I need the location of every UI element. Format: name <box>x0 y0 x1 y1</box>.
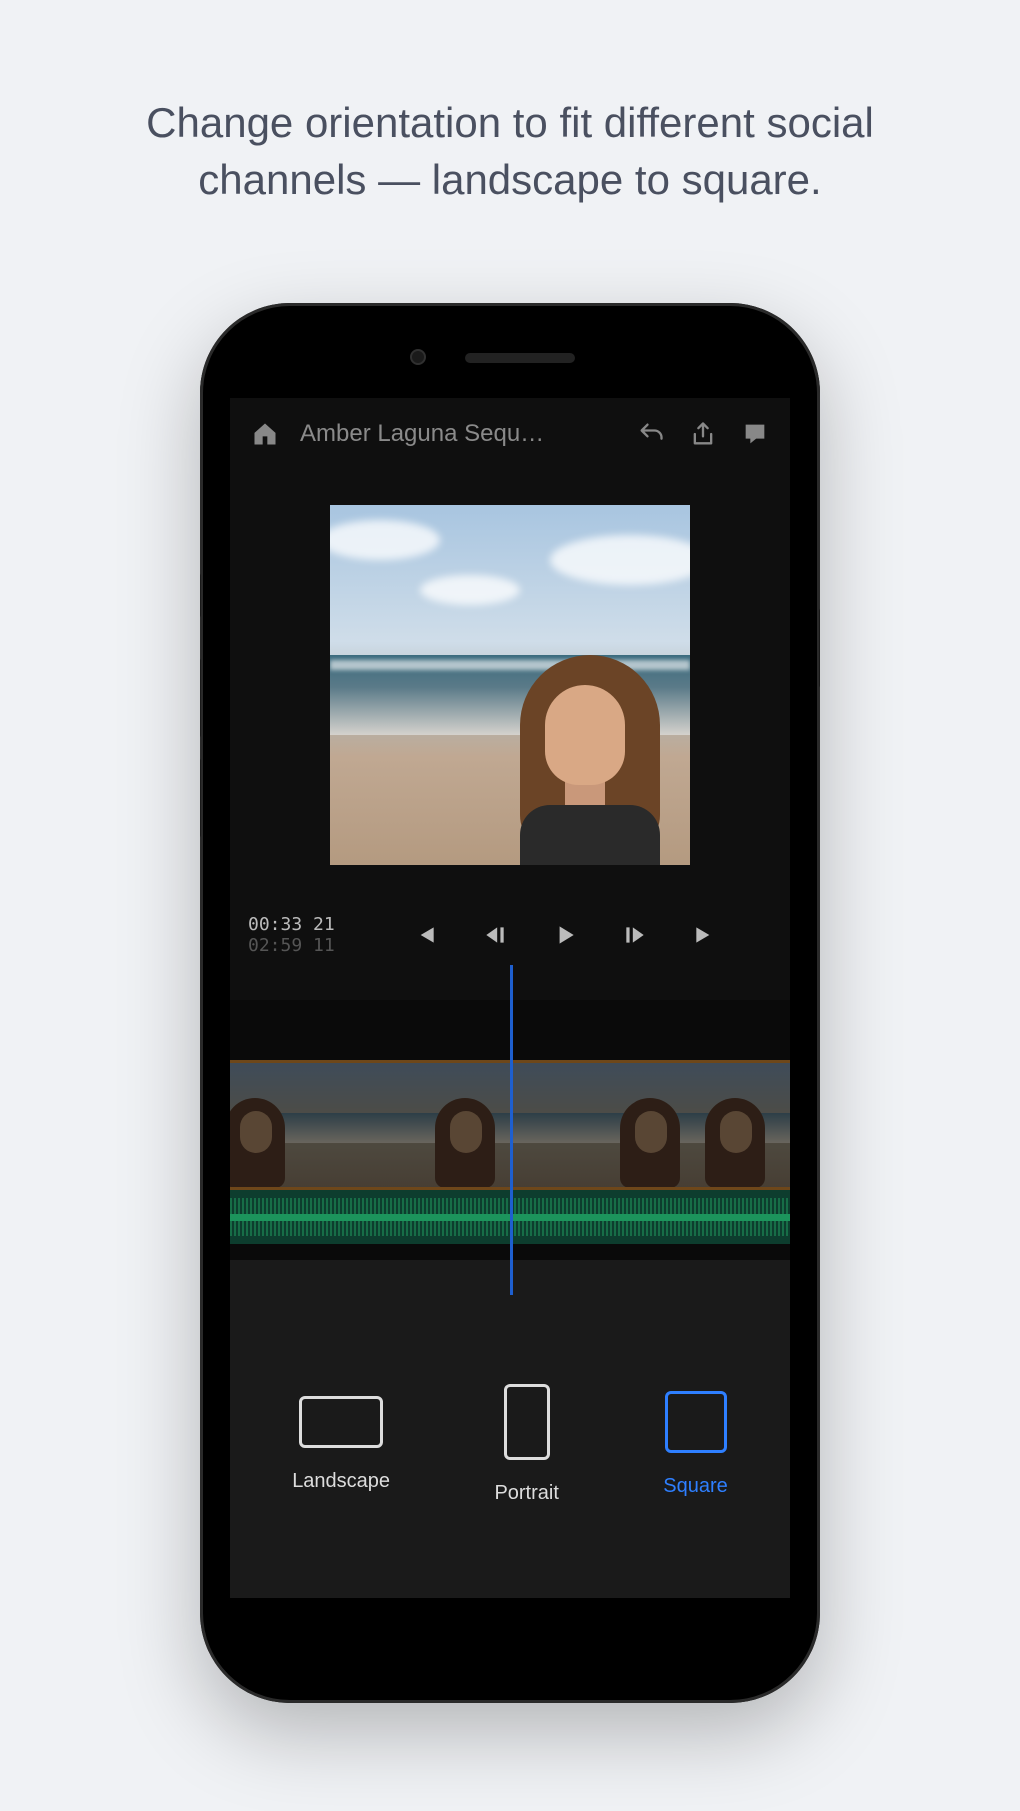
skip-end-icon[interactable] <box>690 920 720 950</box>
orientation-portrait[interactable]: Portrait <box>494 1384 558 1505</box>
orientation-square[interactable]: Square <box>663 1391 728 1498</box>
clip-thumbnail <box>385 1063 540 1187</box>
preview-sky <box>330 520 440 560</box>
marketing-caption: Change orientation to fit different soci… <box>100 95 920 208</box>
step-back-icon[interactable] <box>480 920 510 950</box>
comment-icon[interactable] <box>738 417 772 451</box>
skip-start-icon[interactable] <box>410 920 440 950</box>
orientation-landscape[interactable]: Landscape <box>292 1396 390 1493</box>
playhead[interactable] <box>510 965 513 1295</box>
preview-sky <box>420 575 520 605</box>
orientation-options: Landscape Portrait Square <box>230 1260 790 1598</box>
preview-sky <box>550 535 690 585</box>
playback-controls: 00:33 21 02:59 11 <box>230 900 790 970</box>
video-preview-area <box>230 470 790 900</box>
phone-speaker-grill <box>465 353 575 363</box>
phone-volume-down <box>200 758 201 838</box>
total-time: 02:59 11 <box>248 935 348 957</box>
undo-icon[interactable] <box>634 417 668 451</box>
project-title[interactable]: Amber Laguna Sequ… <box>300 420 616 448</box>
clip-thumbnail <box>540 1063 695 1187</box>
share-icon[interactable] <box>686 417 720 451</box>
transport-controls <box>358 920 772 950</box>
preview-subject <box>490 635 670 865</box>
current-time: 00:33 21 <box>248 914 348 936</box>
portrait-icon <box>504 1384 550 1460</box>
square-icon <box>665 1391 727 1453</box>
top-bar: Amber Laguna Sequ… <box>230 398 790 470</box>
orientation-label: Landscape <box>292 1470 390 1493</box>
step-forward-icon[interactable] <box>620 920 650 950</box>
clip-thumbnail <box>230 1063 385 1187</box>
clip-thumbnail <box>695 1063 790 1187</box>
phone-power-button <box>819 608 820 688</box>
app-screen: Amber Laguna Sequ… <box>230 398 790 1598</box>
home-icon[interactable] <box>248 417 282 451</box>
video-preview[interactable] <box>330 505 690 865</box>
phone-frame: Amber Laguna Sequ… <box>200 303 820 1703</box>
timeline-ruler[interactable] <box>230 970 790 1000</box>
timecode-display: 00:33 21 02:59 11 <box>248 914 348 957</box>
phone-mute-switch <box>200 573 201 618</box>
landscape-icon <box>299 1396 383 1448</box>
orientation-label: Portrait <box>494 1482 558 1505</box>
phone-camera-dot <box>410 349 426 365</box>
orientation-label: Square <box>663 1475 728 1498</box>
play-icon[interactable] <box>550 920 580 950</box>
phone-volume-up <box>200 658 201 738</box>
